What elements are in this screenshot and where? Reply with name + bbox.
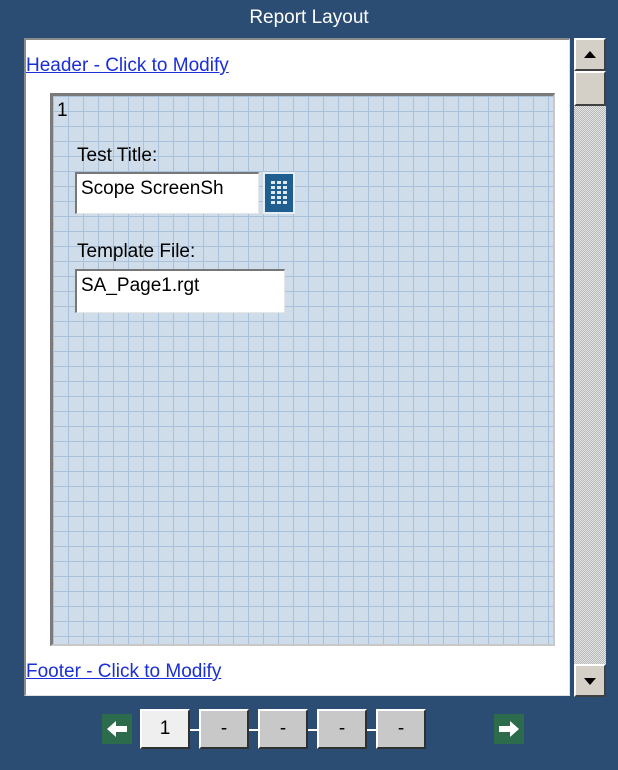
page-button-4[interactable]: -	[317, 709, 367, 749]
page-button-1[interactable]: 1	[140, 709, 190, 749]
page-button-5[interactable]: -	[376, 709, 426, 749]
arrow-right-icon	[499, 721, 519, 737]
header-modify-link[interactable]: Header - Click to Modify	[26, 55, 229, 77]
page-number: 1	[57, 100, 68, 121]
footer-modify-link[interactable]: Footer - Click to Modify	[26, 661, 221, 683]
template-file-field[interactable]: SA_Page1.rgt	[75, 269, 285, 313]
next-page-button[interactable]	[494, 714, 524, 744]
arrow-left-icon	[107, 721, 127, 737]
scroll-up-button[interactable]	[574, 38, 606, 71]
vertical-scrollbar[interactable]	[574, 38, 606, 697]
scroll-thumb[interactable]	[574, 71, 606, 106]
window-title: Report Layout	[249, 7, 369, 28]
keypad-icon	[271, 181, 287, 204]
arrow-up-icon	[584, 50, 596, 58]
page-button-3[interactable]: -	[258, 709, 308, 749]
arrow-down-icon	[584, 677, 596, 685]
page-layout-grid: 1 Test Title: Scope ScreenSh Template Fi…	[50, 93, 555, 646]
test-title-field[interactable]: Scope ScreenSh	[75, 172, 259, 214]
previous-page-button[interactable]	[102, 714, 132, 744]
keypad-button[interactable]	[263, 172, 295, 214]
scroll-down-button[interactable]	[574, 664, 606, 697]
page-button-2[interactable]: -	[199, 709, 249, 749]
template-file-label: Template File:	[77, 241, 196, 262]
page-navigation: 1 - - - -	[0, 708, 618, 754]
test-title-label: Test Title:	[77, 145, 158, 166]
